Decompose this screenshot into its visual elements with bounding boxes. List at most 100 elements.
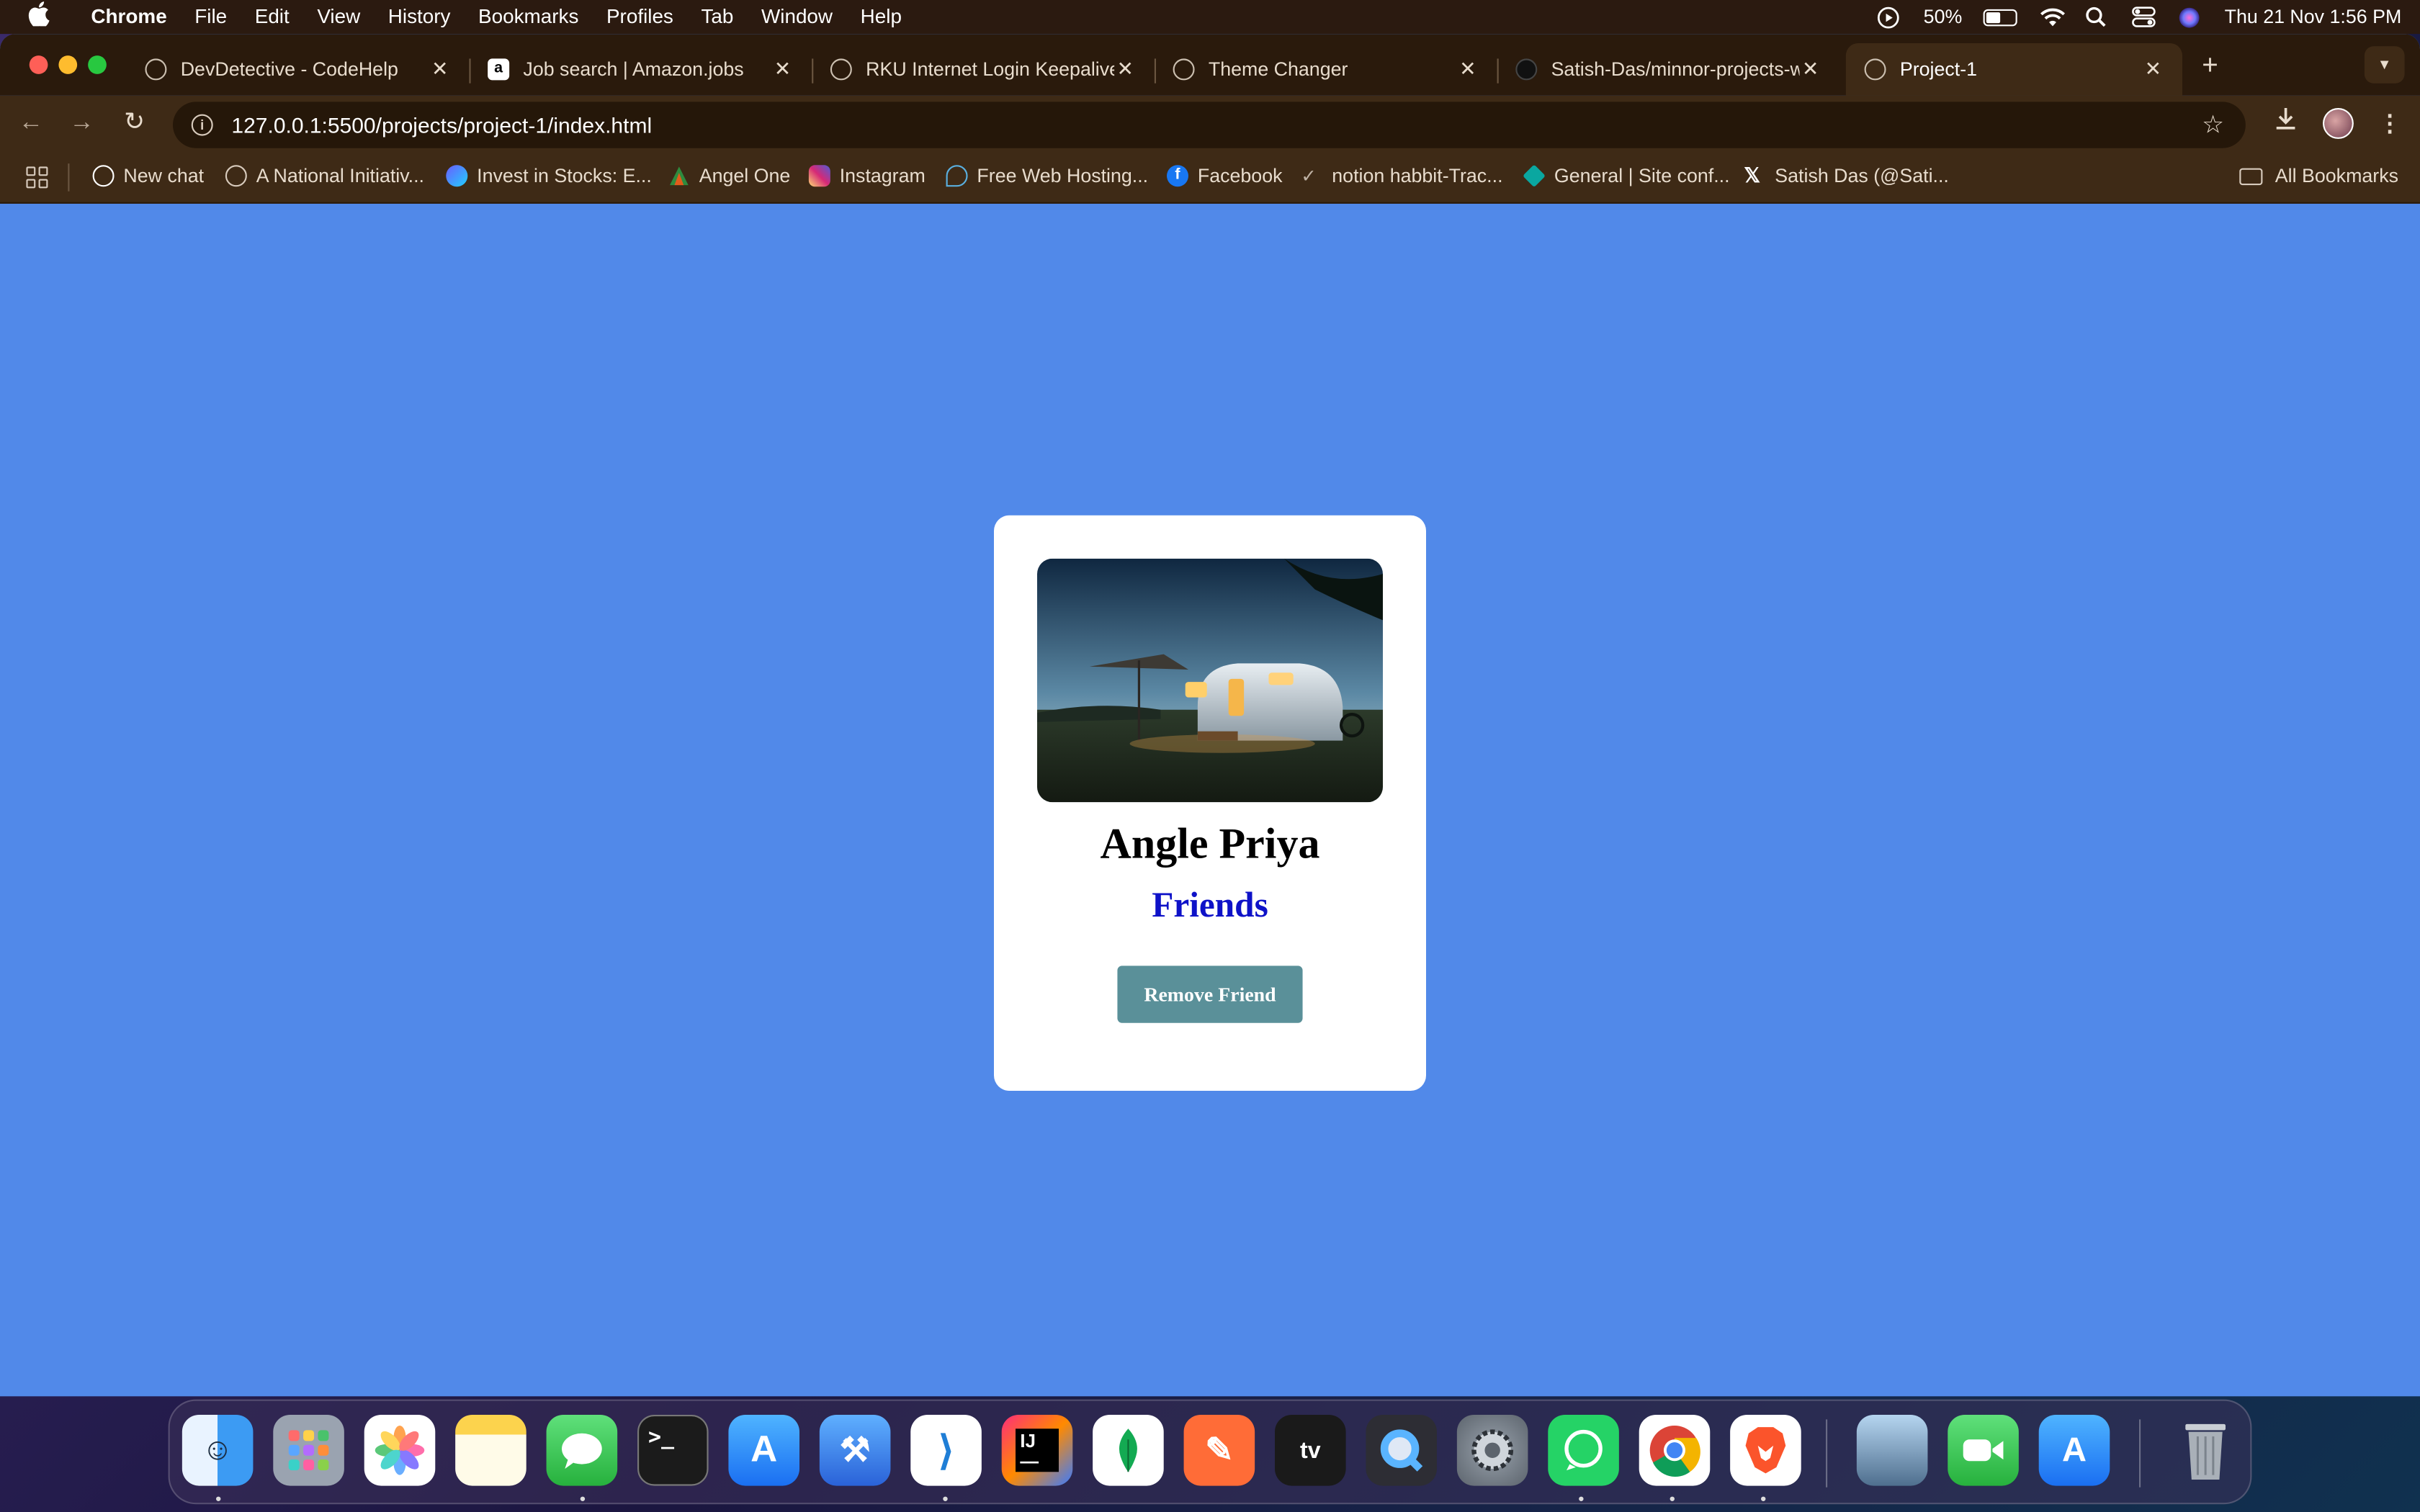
chrome-menu-icon[interactable]: ⋮	[2378, 109, 2401, 136]
now-playing-icon[interactable]	[1877, 6, 1901, 29]
tab-close-icon[interactable]: ✕	[2142, 57, 2164, 81]
bookmark-star-icon[interactable]: ☆	[2202, 109, 2224, 140]
tab-title: Job search | Amazon.jobs	[523, 58, 744, 81]
spotlight-search-icon[interactable]	[2086, 6, 2110, 28]
menu-profiles[interactable]: Profiles	[593, 0, 687, 34]
bookmark-new-chat[interactable]: New chat	[92, 165, 204, 187]
bookmark-satish-das-x[interactable]: 𝕏 Satish Das (@Sati...	[1744, 163, 1948, 187]
menu-file[interactable]: File	[181, 0, 241, 34]
bookmark-label: Free Web Hosting...	[977, 165, 1149, 187]
x-icon: 𝕏	[1744, 163, 1760, 187]
tab-project-1[interactable]: Project-1 ✕	[1845, 43, 2182, 96]
bookmark-label: General | Site conf...	[1554, 165, 1730, 187]
bookmark-label: Facebook	[1197, 165, 1283, 187]
tab-rku-login[interactable]: RKU Internet Login Keepalive ✕	[812, 43, 1156, 96]
amazon-icon: a	[488, 58, 510, 81]
control-center-icon[interactable]	[2132, 6, 2156, 28]
apple-tv-icon[interactable]: tv	[1275, 1414, 1346, 1486]
minimize-window-button[interactable]	[58, 55, 78, 74]
address-bar[interactable]: i 127.0.0.1:5500/projects/project-1/inde…	[173, 102, 2246, 148]
postman-icon[interactable]: ✎	[1183, 1414, 1255, 1486]
messages-icon[interactable]	[546, 1414, 618, 1486]
launchpad-icon[interactable]	[273, 1414, 344, 1486]
simulator-icon[interactable]: A	[2038, 1414, 2110, 1486]
hosting-icon	[946, 165, 968, 187]
browser-window: DevDetective - CodeHelp ✕ a Job search |…	[0, 34, 2420, 1397]
tab-strip: DevDetective - CodeHelp ✕ a Job search |…	[0, 34, 2420, 96]
bookmark-general-site-config[interactable]: General | Site conf...	[1523, 164, 1730, 188]
bookmark-instagram[interactable]: Instagram	[808, 165, 926, 187]
page-content: Angle Priya Friends Remove Friend	[0, 210, 2420, 1397]
menu-bookmarks[interactable]: Bookmarks	[465, 0, 593, 34]
notes-icon[interactable]	[455, 1414, 526, 1486]
quicktime-icon[interactable]	[1366, 1414, 1437, 1486]
new-tab-plus-icon[interactable]: +	[2195, 50, 2226, 82]
mongodb-compass-icon[interactable]	[1093, 1414, 1164, 1486]
all-bookmarks-button[interactable]: All Bookmarks	[2239, 165, 2398, 186]
bookmark-label: A National Initiativ...	[256, 165, 424, 187]
whatsapp-icon[interactable]	[1548, 1414, 1619, 1486]
netlify-icon	[1523, 164, 1546, 188]
facetime-icon[interactable]	[1948, 1414, 2019, 1486]
bookmark-notion-habit-tracker[interactable]: ✓ notion habbit-Trac...	[1301, 165, 1502, 186]
zoom-window-button[interactable]	[88, 55, 107, 74]
reload-icon[interactable]: ↻	[119, 108, 150, 139]
tab-github-repo[interactable]: Satish-Das/minnor-projects-w ✕	[1497, 43, 1840, 96]
tab-close-icon[interactable]: ✕	[1457, 57, 1479, 81]
globe-icon	[830, 58, 852, 81]
profile-avatar[interactable]	[2323, 107, 2354, 138]
menu-edit[interactable]: Edit	[241, 0, 303, 34]
address-url[interactable]: 127.0.0.1:5500/projects/project-1/index.…	[231, 112, 652, 137]
system-settings-icon[interactable]	[1456, 1414, 1528, 1486]
check-icon: ✓	[1301, 165, 1317, 187]
apps-grid-icon[interactable]	[26, 166, 48, 189]
menu-view[interactable]: View	[303, 0, 374, 34]
tab-devdetective[interactable]: DevDetective - CodeHelp ✕	[127, 43, 471, 96]
remove-friend-button[interactable]: Remove Friend	[1117, 966, 1303, 1023]
apple-menu-icon[interactable]	[0, 1, 77, 32]
bookmark-free-web-hosting[interactable]: Free Web Hosting...	[946, 165, 1149, 187]
tab-close-icon[interactable]: ✕	[771, 57, 793, 81]
menu-tab[interactable]: Tab	[687, 0, 748, 34]
bookmarks-bar: New chat A National Initiativ... Invest …	[0, 151, 2420, 204]
preview-icon[interactable]	[1856, 1414, 1928, 1486]
browser-toolbar: ← → ↻ i 127.0.0.1:5500/projects/project-…	[0, 95, 2420, 151]
vscode-icon[interactable]: ⟩	[910, 1414, 982, 1486]
siri-icon[interactable]	[2178, 6, 2202, 28]
bookmark-facebook[interactable]: f Facebook	[1167, 165, 1283, 187]
tab-close-icon[interactable]: ✕	[429, 57, 451, 81]
google-chrome-icon[interactable]	[1639, 1414, 1711, 1486]
terminal-icon[interactable]: >_	[637, 1414, 709, 1486]
xcode-icon[interactable]: ⚒	[819, 1414, 891, 1486]
intellij-idea-icon[interactable]: IJ —	[1001, 1414, 1073, 1486]
tab-search-chevron-icon[interactable]: ▾	[2364, 46, 2405, 84]
tab-close-icon[interactable]: ✕	[1800, 57, 1821, 81]
menu-help[interactable]: Help	[846, 0, 915, 34]
bookmark-invest-stocks[interactable]: Invest in Stocks: E...	[446, 165, 652, 187]
tab-theme-changer[interactable]: Theme Changer ✕	[1155, 43, 1499, 96]
forward-arrow-icon[interactable]: →	[66, 108, 97, 139]
battery-icon[interactable]	[1984, 8, 2018, 26]
clock-datetime[interactable]: Thu 21 Nov 1:56 PM	[2225, 6, 2402, 28]
trash-icon[interactable]	[2170, 1415, 2241, 1486]
menu-window[interactable]: Window	[748, 0, 847, 34]
menu-history[interactable]: History	[375, 0, 465, 34]
brave-browser-icon[interactable]	[1730, 1414, 1801, 1486]
tab-close-icon[interactable]: ✕	[1114, 57, 1136, 81]
tab-amazon-jobs[interactable]: a Job search | Amazon.jobs ✕	[469, 43, 814, 96]
bookmark-angel-one[interactable]: Angel One	[668, 165, 790, 186]
globe-icon	[1864, 58, 1886, 81]
tab-title: Project-1	[1899, 58, 1978, 81]
wifi-icon[interactable]	[2039, 6, 2066, 28]
app-store-icon[interactable]: A	[728, 1414, 799, 1486]
site-info-icon[interactable]: i	[191, 114, 213, 136]
back-arrow-icon[interactable]: ←	[15, 108, 46, 139]
bookmark-national-initiative[interactable]: A National Initiativ...	[225, 165, 424, 187]
finder-icon[interactable]: ☺	[182, 1414, 254, 1486]
download-icon[interactable]	[2273, 107, 2298, 139]
photos-icon[interactable]	[364, 1414, 436, 1486]
close-window-button[interactable]	[29, 55, 48, 74]
menu-app-name[interactable]: Chrome	[77, 0, 181, 34]
instagram-icon	[808, 165, 830, 187]
tab-title: DevDetective - CodeHelp	[180, 58, 398, 81]
